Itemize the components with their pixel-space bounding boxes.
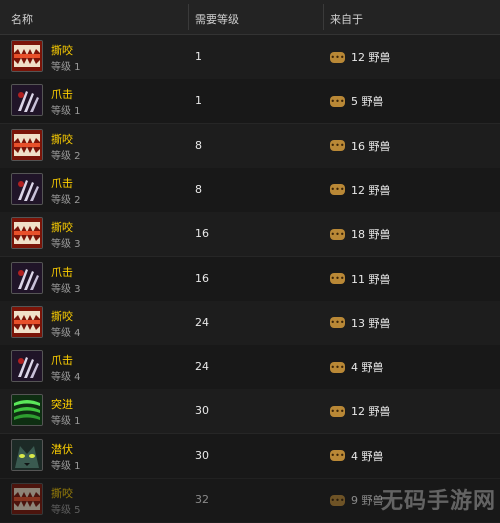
claw-icon[interactable] bbox=[11, 261, 43, 294]
ability-rank: 等级 1 bbox=[51, 62, 81, 73]
source-text: 11 野兽 bbox=[351, 272, 391, 286]
table-row[interactable]: 爪击等级 2 8 ••• 12 野兽 bbox=[0, 167, 500, 213]
speech-bubble-icon: ••• bbox=[330, 228, 345, 240]
ability-rank: 等级 4 bbox=[51, 327, 81, 339]
required-level: 30 bbox=[195, 404, 209, 418]
source-link[interactable]: ••• 11 野兽 bbox=[330, 271, 391, 287]
source-link[interactable]: ••• 5 野兽 bbox=[330, 93, 384, 109]
speech-bubble-icon: ••• bbox=[330, 140, 345, 152]
column-header-name[interactable]: 名称 bbox=[11, 11, 33, 27]
source-link[interactable]: ••• 13 野兽 bbox=[330, 315, 391, 331]
speech-bubble-icon: ••• bbox=[330, 317, 345, 329]
source-link[interactable]: ••• 9 野兽 bbox=[330, 492, 384, 508]
source-text: 12 野兽 bbox=[351, 183, 391, 197]
speech-bubble-icon: ••• bbox=[330, 405, 345, 417]
source-text: 4 野兽 bbox=[351, 361, 384, 375]
source-link[interactable]: ••• 18 野兽 bbox=[330, 226, 391, 242]
ability-rank: 等级 5 bbox=[51, 505, 81, 516]
bite-icon[interactable] bbox=[11, 128, 43, 161]
source-text: 9 野兽 bbox=[351, 494, 384, 507]
required-level: 8 bbox=[195, 138, 202, 152]
ability-name-link[interactable]: 撕咬 bbox=[51, 131, 73, 147]
bite-icon[interactable] bbox=[11, 40, 43, 72]
ability-name-link[interactable]: 撕咬 bbox=[51, 485, 73, 501]
source-link[interactable]: ••• 4 野兽 bbox=[330, 448, 384, 464]
ability-rank: 等级 1 bbox=[51, 106, 81, 118]
ability-rank: 等级 2 bbox=[51, 194, 81, 206]
ability-rank: 等级 3 bbox=[51, 283, 81, 295]
ability-rank: 等级 1 bbox=[51, 416, 81, 428]
table-row[interactable]: 爪击等级 3 16 ••• 11 野兽 bbox=[0, 256, 500, 302]
table-row[interactable]: 突进等级 1 30 ••• 12 野兽 bbox=[0, 389, 500, 435]
ability-name-link[interactable]: 突进 bbox=[51, 396, 73, 412]
table-row[interactable]: 潜伏等级 1 30 ••• 4 野兽 bbox=[0, 433, 500, 479]
table-row[interactable]: 撕咬等级 2 8 ••• 16 野兽 bbox=[0, 123, 500, 169]
ability-rank: 等级 3 bbox=[51, 239, 81, 251]
dash-icon[interactable] bbox=[11, 394, 43, 427]
ability-rank: 等级 2 bbox=[51, 150, 81, 162]
speech-bubble-icon: ••• bbox=[330, 450, 345, 462]
required-level: 24 bbox=[195, 360, 209, 374]
source-text: 5 野兽 bbox=[351, 95, 384, 109]
bite-icon[interactable] bbox=[11, 217, 43, 250]
speech-bubble-icon: ••• bbox=[330, 273, 345, 284]
speech-bubble-icon: ••• bbox=[330, 494, 345, 506]
required-level: 1 bbox=[195, 94, 202, 108]
required-level: 1 bbox=[195, 50, 202, 63]
claw-icon[interactable] bbox=[11, 350, 43, 383]
ability-name-link[interactable]: 爪击 bbox=[51, 264, 73, 280]
column-header-source[interactable]: 来自于 bbox=[330, 11, 363, 27]
ability-name-link[interactable]: 撕咬 bbox=[51, 42, 73, 58]
watermark: 无码手游网 bbox=[380, 489, 496, 514]
table-row[interactable]: 撕咬等级 4 24 ••• 13 野兽 bbox=[0, 300, 500, 346]
required-level: 30 bbox=[195, 448, 209, 462]
table-row[interactable]: 爪击等级 4 24 ••• 4 野兽 bbox=[0, 345, 500, 391]
required-level: 16 bbox=[195, 227, 209, 241]
required-level: 8 bbox=[195, 182, 202, 196]
ability-name-link[interactable]: 撕咬 bbox=[51, 308, 73, 324]
speech-bubble-icon: ••• bbox=[330, 95, 345, 107]
speech-bubble-icon: ••• bbox=[330, 51, 345, 63]
column-header-level[interactable]: 需要等级 bbox=[195, 11, 239, 27]
speech-bubble-icon: ••• bbox=[330, 361, 345, 373]
source-text: 12 野兽 bbox=[351, 405, 391, 419]
required-level: 32 bbox=[195, 493, 209, 506]
ability-name-link[interactable]: 爪击 bbox=[51, 86, 73, 102]
source-text: 16 野兽 bbox=[351, 139, 391, 153]
ability-rank: 等级 4 bbox=[51, 372, 81, 384]
ability-rank: 等级 1 bbox=[51, 460, 81, 472]
source-link[interactable]: ••• 4 野兽 bbox=[330, 359, 384, 375]
column-divider bbox=[188, 4, 189, 30]
ability-name-link[interactable]: 潜伏 bbox=[51, 441, 73, 457]
table-header: 名称 需要等级 来自于 bbox=[0, 0, 500, 35]
bite-icon[interactable] bbox=[11, 483, 43, 515]
prowl-icon[interactable] bbox=[11, 438, 43, 471]
table-row[interactable]: 爪击等级 1 1 ••• 5 野兽 bbox=[0, 79, 500, 125]
table-row[interactable]: 撕咬等级 3 16 ••• 18 野兽 bbox=[0, 212, 500, 258]
claw-icon[interactable] bbox=[11, 172, 43, 205]
source-text: 4 野兽 bbox=[351, 449, 384, 463]
required-level: 16 bbox=[195, 271, 209, 285]
bite-icon[interactable] bbox=[11, 305, 43, 338]
column-divider bbox=[323, 4, 324, 30]
table-row[interactable]: 撕咬等级 1 1 ••• 12 野兽 bbox=[0, 35, 500, 80]
source-link[interactable]: ••• 12 野兽 bbox=[330, 182, 391, 198]
speech-bubble-icon: ••• bbox=[330, 184, 345, 196]
source-link[interactable]: ••• 16 野兽 bbox=[330, 138, 391, 154]
ability-name-link[interactable]: 爪击 bbox=[51, 352, 73, 368]
source-text: 13 野兽 bbox=[351, 316, 391, 330]
source-link[interactable]: ••• 12 野兽 bbox=[330, 49, 391, 65]
source-text: 18 野兽 bbox=[351, 228, 391, 242]
source-link[interactable]: ••• 12 野兽 bbox=[330, 403, 391, 419]
required-level: 24 bbox=[195, 315, 209, 329]
ability-name-link[interactable]: 撕咬 bbox=[51, 219, 73, 235]
source-text: 12 野兽 bbox=[351, 51, 391, 64]
claw-icon[interactable] bbox=[11, 84, 43, 117]
ability-name-link[interactable]: 爪击 bbox=[51, 175, 73, 191]
